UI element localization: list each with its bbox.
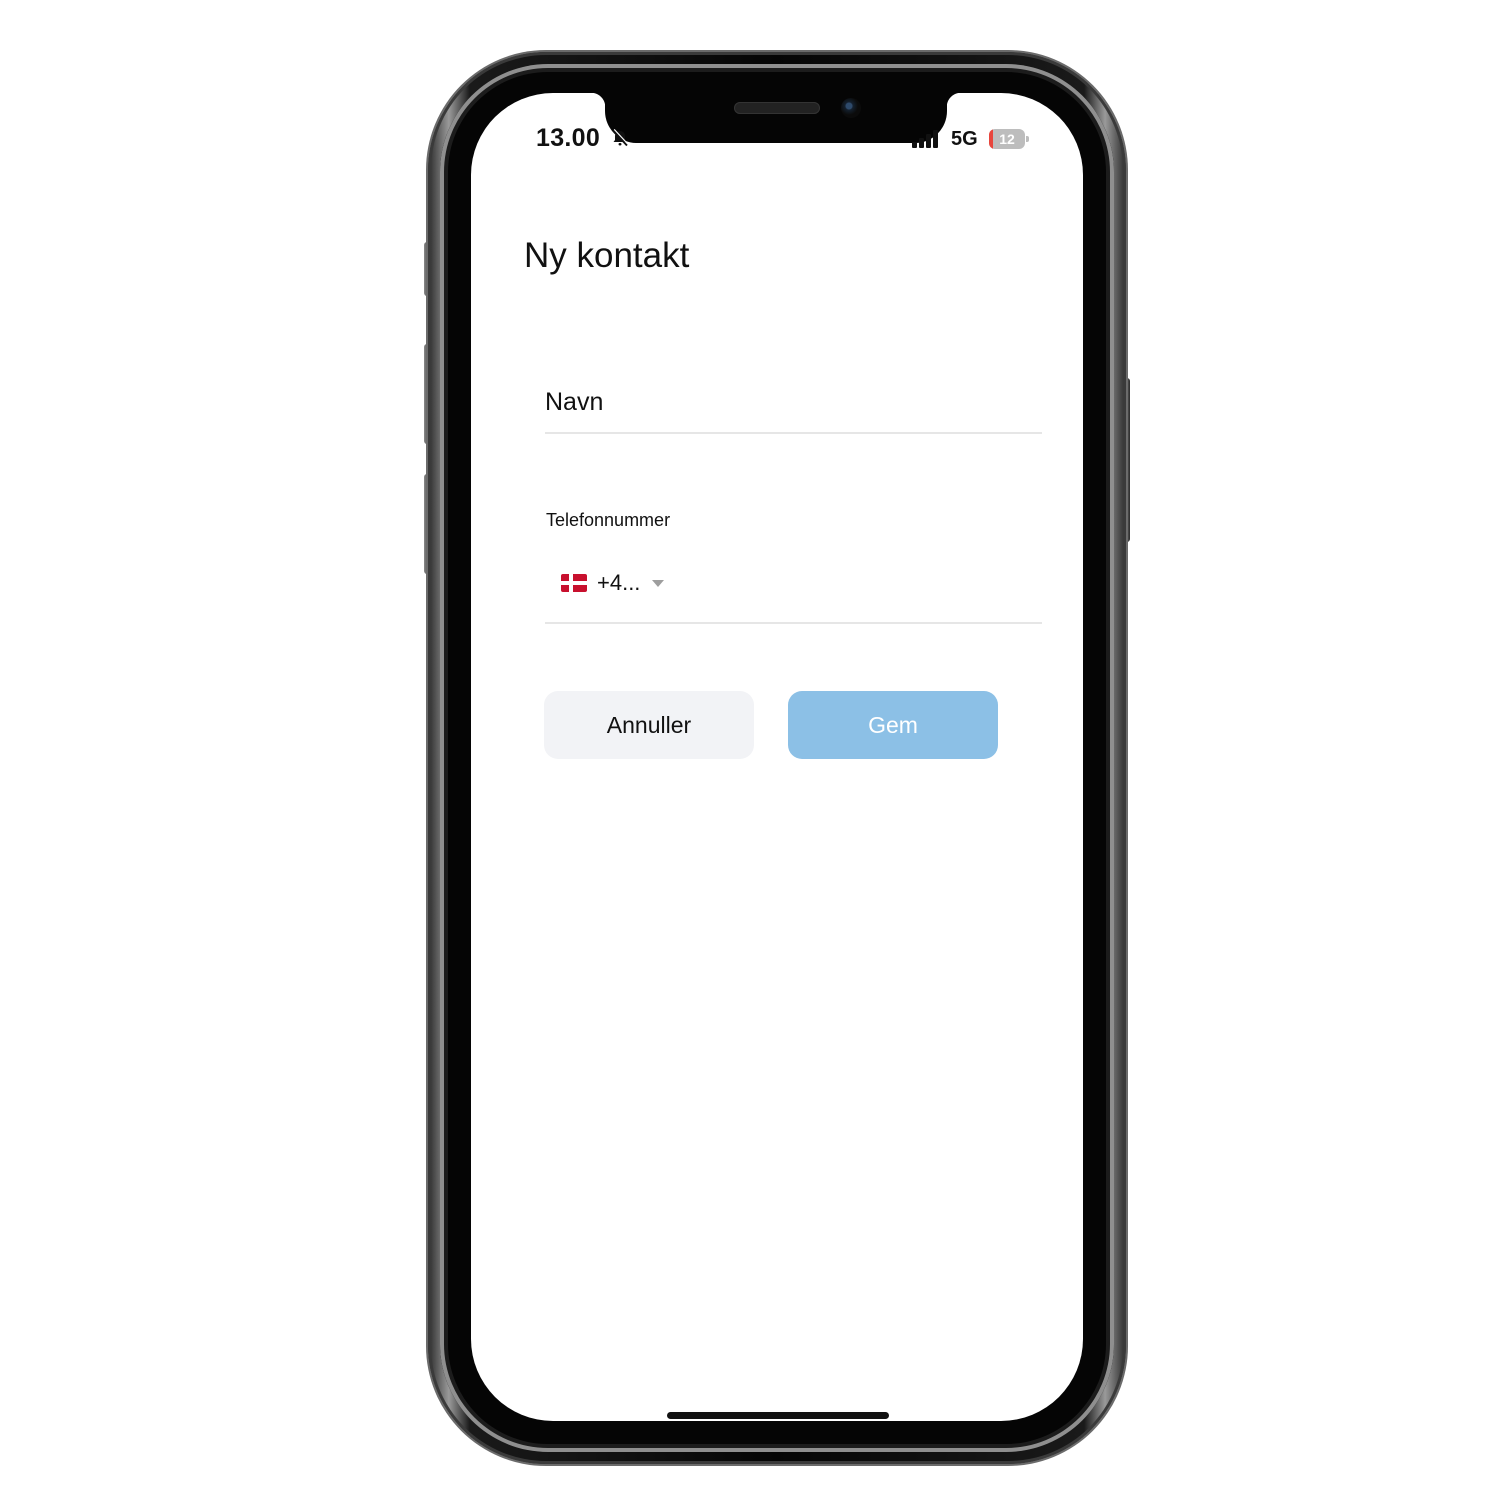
name-field bbox=[545, 380, 1042, 434]
chevron-down-icon bbox=[652, 579, 665, 587]
name-input[interactable] bbox=[545, 380, 1042, 424]
front-camera-icon bbox=[841, 98, 861, 118]
status-time: 13.00 bbox=[536, 124, 601, 152]
page-title: Ny kontakt bbox=[524, 236, 690, 275]
device-mockup: 13.00 5G 12 Ny kontakt Telefonnummer +4.… bbox=[0, 0, 1500, 1500]
cellular-signal-icon bbox=[912, 130, 938, 148]
save-button[interactable]: Gem bbox=[788, 691, 998, 759]
battery-charging-icon: 12 bbox=[989, 129, 1029, 149]
battery-percent: 12 bbox=[999, 131, 1015, 147]
home-indicator[interactable] bbox=[667, 1412, 889, 1419]
dial-code: +4... bbox=[597, 570, 641, 595]
phone-field: +4... bbox=[545, 552, 1042, 624]
bell-muted-icon bbox=[612, 128, 629, 147]
country-code-dropdown[interactable]: +4... bbox=[561, 566, 665, 600]
network-type: 5G bbox=[951, 128, 978, 150]
notch bbox=[605, 93, 947, 143]
phone-label: Telefonnummer bbox=[546, 510, 671, 530]
denmark-flag-icon bbox=[561, 574, 587, 592]
speaker-grille bbox=[734, 102, 820, 114]
phone-number-input[interactable] bbox=[695, 564, 1039, 606]
cancel-button[interactable]: Annuller bbox=[544, 691, 754, 759]
